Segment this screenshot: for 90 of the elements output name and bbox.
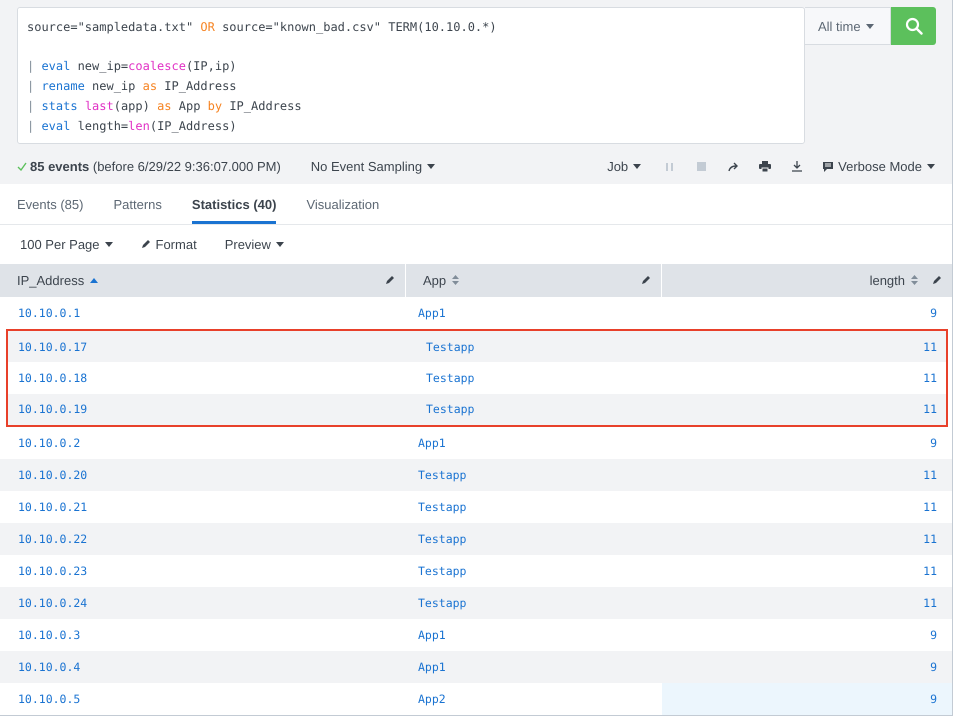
search-icon [904,17,922,35]
per-page-dropdown[interactable]: 100 Per Page [20,236,113,252]
table-cell[interactable]: 11 [662,555,952,587]
table-row[interactable]: 10.10.0.2 App1 9 [0,427,952,459]
table-cell[interactable]: 10.10.0.5 [0,683,406,715]
table-row[interactable]: 10.10.0.17 Testapp 11 [8,330,946,362]
table-cell[interactable]: 10.10.0.21 [0,491,406,523]
event-count-text: 85 events (before 6/29/22 9:36:07.000 PM) [30,159,281,174]
event-sampling-dropdown[interactable]: No Event Sampling [310,159,436,174]
table-cell[interactable]: 10.10.0.20 [0,459,406,491]
caret-icon [104,242,113,247]
pencil-icon [932,275,942,286]
speech-bubble-icon [823,162,834,172]
stop-icon [696,162,706,172]
table-cell[interactable]: 10.10.0.17 [8,330,414,362]
table-row[interactable]: 10.10.0.19 Testapp 11 [8,394,946,425]
table-cell[interactable]: 10.10.0.1 [0,296,406,329]
checkmark-icon [17,162,27,172]
table-cell[interactable]: Testapp [406,523,662,555]
table-row[interactable]: 10.10.0.1 App1 9 [0,296,952,329]
column-header[interactable]: App [406,264,661,297]
table-cell[interactable]: 11 [662,459,952,491]
table-cell[interactable]: 11 [670,330,946,362]
table-cell[interactable]: 10.10.0.2 [0,427,406,459]
column-header[interactable]: IP_Address [0,264,405,297]
table-row[interactable]: 10.10.0.5 App2 9 [0,683,952,715]
pencil-icon [385,275,395,286]
table-cell[interactable]: 10.10.0.23 [0,555,406,587]
table-row[interactable]: 10.10.0.24 Testapp 11 [0,587,952,619]
query-line: | stats last(app) as App by IP_Address [27,98,302,115]
caret-icon [866,24,874,28]
results-tab[interactable]: Patterns [113,184,162,224]
table-row[interactable]: 10.10.0.23 Testapp 11 [0,555,952,587]
table-cell[interactable]: 9 [662,619,952,651]
caret-icon [927,164,935,170]
table-cell[interactable]: 9 [662,296,952,329]
table-cell[interactable]: Testapp [414,394,670,425]
column-header[interactable]: length [662,264,952,297]
table-cell[interactable]: 10.10.0.24 [0,587,406,619]
query-line: | eval new_ip=coalesce(IP,ip) [27,58,237,75]
caret-icon [633,164,642,170]
table-cell[interactable]: 11 [662,523,952,555]
results-tab[interactable]: Events (85) [17,184,84,224]
table-cell[interactable]: Testapp [406,459,662,491]
table-row[interactable]: 10.10.0.22 Testapp 11 [0,523,952,555]
search-query-field[interactable]: source="sampledata.txt" OR source="known_bad.csv" TERM(10.10.0.*) | eval new_ip=coalesce(IP,ip) | rename new_ip as IP_Address | stats last(app) as App by IP_Address | eval length=len(IP_Address) [17,7,805,144]
download-icon [792,161,802,172]
table-cell[interactable]: 10.10.0.18 [8,362,414,394]
table-cell[interactable]: 10.10.0.3 [0,619,406,651]
table-cell[interactable]: App1 [406,427,662,459]
share-arrow-icon [728,162,738,172]
pencil-icon [641,275,651,286]
table-cell[interactable]: 10.10.0.22 [0,523,406,555]
time-range-picker[interactable]: All time [805,7,891,45]
table-row[interactable]: 10.10.0.4 App1 9 [0,651,952,683]
table-cell[interactable]: App1 [406,651,662,683]
results-tab[interactable]: Visualization [306,184,380,224]
job-menu[interactable]: Job [607,159,642,174]
query-line: | rename new_ip as IP_Address [27,78,237,95]
table-cell[interactable]: 11 [662,491,952,523]
table-cell[interactable]: App1 [406,296,662,329]
table-cell[interactable]: App2 [406,683,662,715]
table-cell[interactable]: 11 [662,587,952,619]
table-cell[interactable]: 10.10.0.4 [0,651,406,683]
format-button[interactable]: Format [140,236,197,252]
table-cell[interactable]: 11 [670,362,946,394]
table-cell[interactable]: 9 [662,683,952,715]
table-cell[interactable]: Testapp [406,555,662,587]
table-cell[interactable]: Testapp [406,491,662,523]
caret-icon [276,242,284,247]
print-icon [759,161,772,172]
pencil-icon [140,239,151,250]
table-cell[interactable]: 9 [662,651,952,683]
table-cell[interactable]: 9 [662,427,952,459]
table-row[interactable]: 10.10.0.21 Testapp 11 [0,491,952,523]
pause-icon [664,162,674,172]
search-mode-dropdown[interactable]: Verbose Mode [823,159,935,174]
table-cell[interactable]: App1 [406,619,662,651]
query-line: | eval length=len(IP_Address) [27,118,237,135]
preview-dropdown[interactable]: Preview [224,236,284,252]
table-row[interactable]: 10.10.0.3 App1 9 [0,619,952,651]
table-cell[interactable]: 10.10.0.19 [8,394,414,425]
table-row[interactable]: 10.10.0.20 Testapp 11 [0,459,952,491]
table-cell[interactable]: Testapp [406,587,662,619]
table-cell[interactable]: Testapp [414,330,670,362]
table-row[interactable]: 10.10.0.18 Testapp 11 [8,362,946,394]
caret-icon [427,164,436,170]
table-cell[interactable]: 11 [670,394,946,425]
query-line: source="sampledata.txt" OR source="known_bad.csv" TERM(10.10.0.*) [27,19,497,36]
table-cell[interactable]: Testapp [414,362,670,394]
